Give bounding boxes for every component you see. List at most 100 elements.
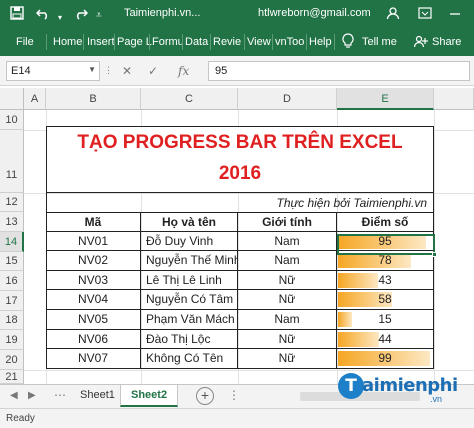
tab-help[interactable]: Help <box>309 36 332 48</box>
undo-icon[interactable] <box>35 6 50 23</box>
tab-separator <box>334 34 335 50</box>
tab-data[interactable]: Data <box>185 36 208 48</box>
score-value: 43 <box>378 272 392 287</box>
column-header-c[interactable]: C <box>141 88 238 110</box>
row-header[interactable]: 20 <box>0 350 24 370</box>
row-header[interactable]: 19 <box>0 330 24 350</box>
user-email[interactable]: htlwreborn@gmail.com <box>258 7 371 19</box>
enter-icon[interactable]: ✓ <box>148 64 158 78</box>
name-box[interactable]: E14 ▼ <box>6 61 100 81</box>
formula-input[interactable]: 95 <box>208 61 470 81</box>
tab-file[interactable]: File <box>16 36 34 48</box>
row-header[interactable]: 10 <box>0 110 24 130</box>
insert-function-icon[interactable]: fx <box>178 64 189 78</box>
tell-me-search[interactable]: Tell me <box>362 36 397 48</box>
cell-score[interactable]: 78 <box>337 251 434 271</box>
cell-id[interactable]: NV02 <box>46 251 141 271</box>
user-icon[interactable] <box>386 6 400 23</box>
tab-home[interactable]: Home <box>53 36 82 48</box>
header-cell-score[interactable]: Điểm số <box>337 212 434 232</box>
cell-gender[interactable]: Nam <box>238 310 337 330</box>
prev-sheet-icon[interactable]: ◀ <box>10 390 18 401</box>
row-header[interactable]: 14 <box>0 232 24 252</box>
cell-name[interactable]: Phạm Văn Mách <box>141 310 238 330</box>
cell-score[interactable]: 43 <box>337 270 434 291</box>
tab-review[interactable]: Revie <box>213 36 241 48</box>
select-all-corner[interactable] <box>0 88 24 110</box>
cell-score[interactable]: 99 <box>337 349 434 369</box>
header-cell-name[interactable]: Họ và tên <box>141 212 238 232</box>
chevron-down-icon[interactable]: ▼ <box>88 65 96 74</box>
tab-insert[interactable]: Insert <box>87 36 115 48</box>
column-header-d[interactable]: D <box>238 88 337 110</box>
row-header[interactable]: 16 <box>0 271 24 291</box>
cancel-icon[interactable]: ✕ <box>122 64 132 78</box>
sheet-title-box[interactable]: TẠO PROGRESS BAR TRÊN EXCEL 2016 <box>46 126 434 193</box>
more-sheets-icon[interactable]: ⋯ <box>54 388 66 402</box>
cell-id[interactable]: NV01 <box>46 231 141 252</box>
column-header-a[interactable]: A <box>24 88 46 110</box>
cell-score[interactable]: 15 <box>337 310 434 330</box>
sheet-title: TẠO PROGRESS BAR TRÊN EXCEL <box>77 132 403 153</box>
column-header-e[interactable]: E <box>337 88 434 110</box>
cell-id[interactable]: NV06 <box>46 329 141 350</box>
cell-name[interactable]: Lê Thị Lê Linh <box>141 270 238 291</box>
status-ready: Ready <box>6 413 35 424</box>
cell-gender[interactable]: Nữ <box>238 329 337 350</box>
score-value: 44 <box>378 331 392 346</box>
sheet-title-year: 2016 <box>218 163 262 184</box>
cell-id[interactable]: NV07 <box>46 349 141 369</box>
redo-icon[interactable] <box>74 6 89 23</box>
cell-score[interactable]: 95 <box>337 231 434 252</box>
tab-vntools[interactable]: vnToo <box>275 36 304 48</box>
tab-view[interactable]: View <box>247 36 271 48</box>
cell-name[interactable]: Nguyễn Có Tâm <box>141 290 238 310</box>
cell-name[interactable]: Đào Thị Lộc <box>141 329 238 350</box>
cell-gender[interactable]: Nam <box>238 251 337 271</box>
save-icon[interactable] <box>10 6 24 23</box>
tab-separator <box>210 34 211 50</box>
sheet-tab-sheet2[interactable]: Sheet2 <box>120 385 179 407</box>
row-header[interactable]: 18 <box>0 311 24 330</box>
row-header[interactable]: 15 <box>0 252 24 271</box>
title-bar: ▾ ⩡ Taimienphi.vn... htlwreborn@gmail.co… <box>0 0 474 28</box>
cell-gender[interactable]: Nam <box>238 231 337 252</box>
customize-toolbar-icon[interactable]: ⩡ <box>96 8 102 24</box>
tab-formulas[interactable]: Formu <box>152 36 184 48</box>
row-header[interactable]: 21 <box>0 370 24 384</box>
sheet-tab-sheet1[interactable]: Sheet1 <box>70 385 125 407</box>
row-header[interactable]: 17 <box>0 291 24 311</box>
cell-id[interactable]: NV03 <box>46 270 141 291</box>
cell-id[interactable]: NV04 <box>46 290 141 310</box>
more-options-icon[interactable]: ⋮ <box>228 388 240 402</box>
row-header[interactable]: 13 <box>0 212 24 232</box>
row-header[interactable]: 12 <box>0 193 24 212</box>
status-bar: Ready <box>0 408 474 428</box>
minimize-icon[interactable] <box>448 6 462 23</box>
share-button[interactable]: Share <box>432 36 461 48</box>
cell-name[interactable]: Không Có Tên <box>141 349 238 369</box>
column-header-b[interactable]: B <box>46 88 141 110</box>
share-icon[interactable] <box>413 34 428 51</box>
row-header[interactable]: 11 <box>0 130 24 193</box>
cell-gender[interactable]: Nữ <box>238 270 337 291</box>
cell-name[interactable]: Đỗ Duy Vinh <box>141 231 238 252</box>
ribbon-display-icon[interactable] <box>418 6 432 23</box>
cell-name[interactable]: Nguyễn Thế Minh <box>141 251 238 271</box>
cell-id[interactable]: NV05 <box>46 310 141 330</box>
header-cell-gender[interactable]: Giới tính <box>238 212 337 232</box>
tab-separator <box>182 34 183 50</box>
tab-page-layout[interactable]: Page L <box>117 36 152 48</box>
cell-score[interactable]: 58 <box>337 290 434 310</box>
cell-gender[interactable]: Nữ <box>238 290 337 310</box>
next-sheet-icon[interactable]: ▶ <box>28 390 36 401</box>
cell-score[interactable]: 44 <box>337 329 434 350</box>
header-cell-id[interactable]: Mã <box>46 212 141 232</box>
column-header-f[interactable] <box>434 88 474 110</box>
cell-gender[interactable]: Nữ <box>238 349 337 369</box>
lightbulb-icon[interactable] <box>342 33 354 52</box>
sheet-subtitle[interactable]: Thực hiện bởi Taimienphi.vn <box>46 193 434 212</box>
undo-dropdown-icon[interactable]: ▾ <box>58 10 62 26</box>
logo-text: aimienphi <box>362 375 458 396</box>
add-sheet-icon[interactable]: + <box>196 387 214 405</box>
